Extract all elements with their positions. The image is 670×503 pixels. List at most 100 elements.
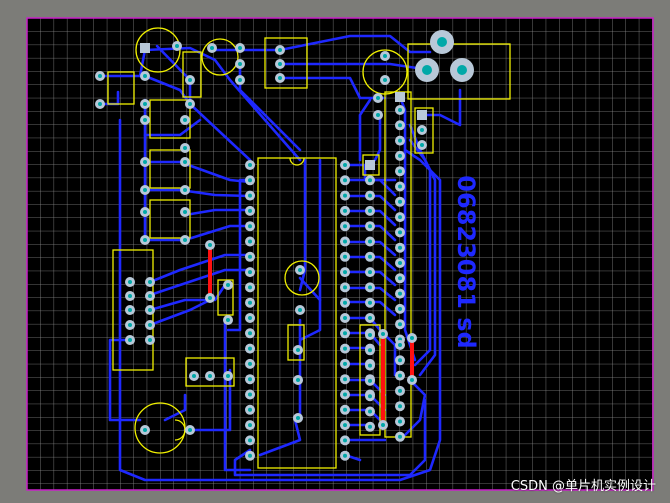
pad-hole	[210, 46, 214, 50]
pad-hole	[368, 224, 372, 229]
pad-hole	[183, 188, 187, 192]
pad-hole	[398, 245, 402, 250]
pad-hole	[343, 285, 347, 290]
pad-hole	[368, 348, 372, 353]
pad-hole	[98, 74, 102, 78]
pad-hole	[143, 74, 147, 78]
pad-hole	[238, 46, 242, 50]
pad-hole	[248, 208, 252, 213]
pad-hole	[248, 178, 252, 183]
pad-hole	[248, 453, 252, 458]
pad-hole	[143, 238, 147, 242]
pad-hole	[128, 338, 132, 342]
pad-hole	[248, 285, 252, 290]
pin1-pad	[417, 110, 427, 120]
pad-hole	[398, 261, 402, 265]
pin1-pad	[140, 43, 150, 53]
pad-hole	[383, 54, 387, 58]
pad-hole	[420, 143, 424, 147]
pad-hole	[368, 254, 372, 259]
pad-hole	[188, 428, 192, 432]
pad-hole	[398, 404, 402, 409]
pad-hole	[343, 300, 347, 305]
pad-hole	[148, 280, 152, 284]
pad-hole	[128, 308, 132, 312]
pad-hole	[248, 316, 252, 320]
pad-hole	[143, 428, 147, 432]
pad-hole	[298, 268, 302, 272]
pad-hole	[248, 423, 252, 428]
pad-hole	[398, 215, 402, 220]
pad-hole	[368, 193, 372, 198]
pad-hole	[183, 146, 187, 150]
pad-hole	[143, 210, 147, 214]
pad-hole	[278, 76, 282, 80]
pad-hole	[398, 169, 402, 174]
pad-hole	[278, 48, 282, 52]
pad-hole	[175, 44, 179, 48]
pad-hole	[128, 280, 132, 284]
pad-hole	[398, 199, 402, 204]
pad-hole	[381, 423, 385, 427]
pad-hole	[398, 276, 402, 281]
pad-hole	[248, 346, 252, 351]
pad-hole	[208, 374, 212, 378]
pad-hole	[343, 377, 347, 382]
pad-hole	[398, 291, 402, 296]
pad-hole	[248, 438, 252, 443]
pad-hole	[398, 358, 402, 363]
pad-hole	[208, 243, 212, 247]
pad-hole	[192, 374, 196, 378]
pad-hole	[248, 163, 252, 167]
pad-hole	[296, 348, 300, 352]
pad-hole	[183, 118, 187, 122]
pad-hole	[343, 346, 347, 351]
pad-hole	[248, 239, 252, 244]
pad-hole	[183, 238, 187, 242]
pad-hole	[376, 113, 380, 117]
pad-hole	[143, 118, 147, 122]
pad-hole	[148, 308, 152, 312]
pad-hole	[298, 308, 302, 312]
pad-hole	[368, 270, 372, 275]
pad-hole	[398, 322, 402, 327]
pad-hole	[226, 374, 230, 378]
pad-hole	[368, 208, 372, 213]
pad-hole	[226, 283, 230, 287]
pad-hole	[183, 210, 187, 214]
pad-hole	[398, 153, 402, 158]
pad-hole	[398, 434, 402, 439]
pad-hole	[248, 254, 252, 259]
pad-hole	[248, 361, 252, 366]
pad-hole	[410, 378, 414, 382]
pad-hole	[128, 294, 132, 298]
pad-hole	[343, 270, 347, 275]
pad-hole	[381, 332, 385, 336]
pad-hole	[343, 208, 347, 213]
pad-hole	[343, 178, 347, 183]
pad-hole	[343, 361, 347, 366]
pad-hole	[398, 230, 402, 235]
pad-hole	[143, 160, 147, 164]
pad-hole	[368, 300, 372, 305]
pad-hole	[343, 453, 347, 458]
pin1-pad	[365, 160, 375, 170]
pad-hole	[238, 62, 242, 66]
pad-hole	[398, 123, 402, 128]
watermark-text: CSDN @单片机实例设计	[510, 479, 656, 494]
pad-hole	[420, 128, 424, 132]
board-label: 06823081 sd	[452, 175, 480, 348]
pad-hole	[248, 193, 252, 198]
pad-hole	[296, 416, 300, 420]
pad-hole	[398, 388, 402, 393]
pad-hole	[278, 62, 282, 66]
pad-hole	[368, 363, 372, 368]
pad-hole	[368, 394, 372, 399]
pad-hole	[343, 193, 347, 198]
pad-hole	[368, 316, 372, 320]
pad-hole	[368, 333, 372, 337]
pad-hole	[343, 224, 347, 229]
pad-hole	[143, 188, 147, 192]
pad-hole	[343, 407, 347, 412]
pad-hole	[368, 239, 372, 244]
